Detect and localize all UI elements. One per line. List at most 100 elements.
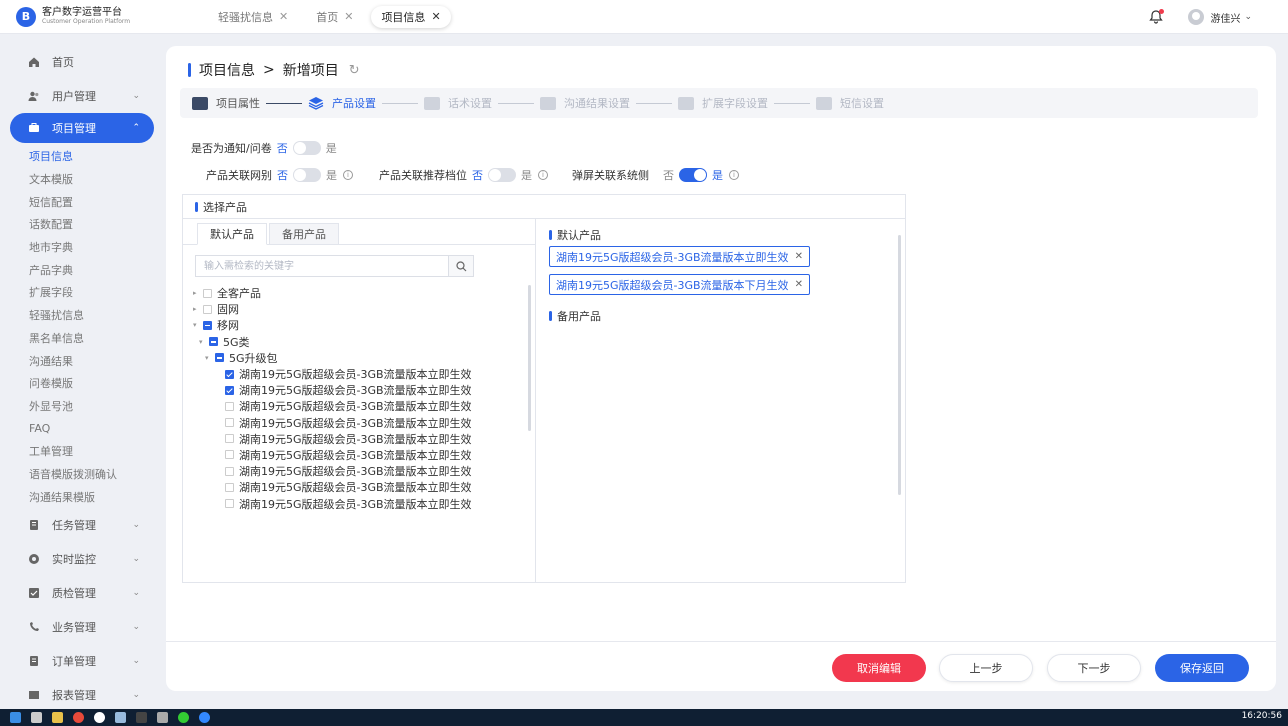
checkbox[interactable] [225,450,234,460]
tree-leaf[interactable]: 湖南19元5G版超级会员-3GB流量版本立即生效 [193,447,472,463]
step-project-attributes[interactable]: 项目属性 [192,95,308,111]
recommend-toggle[interactable] [488,168,516,182]
tab-backup-products[interactable]: 备用产品 [269,223,339,245]
tree-scrollbar[interactable] [528,285,531,431]
sidebar-subitem[interactable]: 问卷模版 [0,372,166,395]
tree-node[interactable]: ▾ 移网 [193,317,472,333]
search-button[interactable] [448,255,474,277]
sidebar-subitem[interactable]: 扩展字段 [0,281,166,304]
bell-icon[interactable] [1148,9,1165,25]
tree-node[interactable]: ▸ 固网 [193,301,472,317]
sidebar-subitem[interactable]: 产品字典 [0,258,166,281]
step-script-settings[interactable]: 话术设置 [424,95,540,111]
save-return-button[interactable]: 保存返回 [1155,654,1249,682]
sidebar-item-users[interactable]: 用户管理 ⌄ [0,79,166,113]
checkbox[interactable] [225,418,234,428]
tab-default-products[interactable]: 默认产品 [197,223,267,245]
file-explorer-icon[interactable] [52,712,63,723]
caret-right-icon[interactable]: ▸ [193,305,203,313]
sidebar-item-report[interactable]: 报表管理 ⌄ [0,678,166,709]
next-step-button[interactable]: 下一步 [1047,654,1141,682]
notify-toggle[interactable] [292,141,321,155]
prev-step-button[interactable]: 上一步 [939,654,1033,682]
sidebar-subitem-project-info[interactable]: 项目信息 [0,145,166,168]
sidebar-subitem[interactable]: FAQ [0,417,166,440]
info-icon[interactable]: i [343,170,353,180]
tab-project-info[interactable]: 项目信息 ✕ [371,5,451,28]
sidebar-item-home[interactable]: 首页 [0,45,166,79]
avatar[interactable] [1188,9,1205,25]
sidebar-item-quality[interactable]: 质检管理 ⌄ [0,576,166,610]
tree-leaf[interactable]: 湖南19元5G版超级会员-3GB流量版本立即生效 [193,366,472,382]
close-icon[interactable]: ✕ [795,251,803,262]
popup-toggle[interactable] [679,168,707,182]
info-icon[interactable]: i [729,170,739,180]
step-extension-settings[interactable]: 扩展字段设置 [678,95,816,111]
tree-leaf[interactable]: 湖南19元5G版超级会员-3GB流量版本立即生效 [193,398,472,414]
username[interactable]: 游佳兴 [1210,10,1240,25]
sidebar-item-task[interactable]: 任务管理 ⌄ [0,508,166,542]
cancel-edit-button[interactable]: 取消编辑 [832,654,926,682]
sidebar-subitem[interactable]: 轻骚扰信息 [0,304,166,327]
caret-down-icon[interactable]: ▾ [199,338,209,346]
app-icon[interactable] [157,712,168,723]
sidebar-subitem[interactable]: 短信配置 [0,190,166,213]
checkbox[interactable] [209,337,218,347]
sidebar-subitem[interactable]: 话数配置 [0,213,166,236]
checkbox[interactable] [203,320,212,330]
tree-leaf[interactable]: 湖南19元5G版超级会员-3GB流量版本立即生效 [193,382,472,398]
info-icon[interactable]: i [538,170,548,180]
sidebar-item-business[interactable]: 业务管理 ⌄ [0,610,166,644]
taskbar-clock[interactable]: 16:20:56 [1242,711,1282,721]
checkbox[interactable] [225,466,234,476]
sidebar-item-monitor[interactable]: 实时监控 ⌄ [0,542,166,576]
close-icon[interactable]: ✕ [795,279,803,290]
tab-harassment-info[interactable]: 轻骚扰信息 ✕ [208,6,298,28]
chevron-down-icon[interactable]: ⌄ [1244,12,1252,22]
task-view-icon[interactable] [31,712,42,723]
powershell-icon[interactable] [136,712,147,723]
wechat-icon[interactable] [178,712,189,723]
sidebar-subitem[interactable]: 外显号池 [0,395,166,418]
checkbox[interactable] [203,304,212,314]
tree-node[interactable]: ▾ 5G升级包 [193,350,472,366]
selected-scrollbar[interactable] [898,235,901,495]
search-input[interactable] [196,256,424,276]
step-result-settings[interactable]: 沟通结果设置 [540,95,678,111]
sidebar-subitem[interactable]: 工单管理 [0,440,166,463]
browser-icon[interactable] [94,712,105,723]
windows-start-icon[interactable] [10,712,21,723]
tree-leaf[interactable]: 湖南19元5G版超级会员-3GB流量版本立即生效 [193,479,472,495]
tree-leaf[interactable]: 湖南19元5G版超级会员-3GB流量版本立即生效 [193,415,472,431]
tree-leaf[interactable]: 湖南19元5G版超级会员-3GB流量版本立即生效 [193,431,472,447]
tree-node[interactable]: ▾ 5G类 [193,334,472,350]
tree-leaf[interactable]: 湖南19元5G版超级会员-3GB流量版本立即生效 [193,463,472,479]
app-logo[interactable]: B 客户数字运营平台 Customer Operation Platform [0,6,200,27]
checkbox[interactable] [225,385,234,395]
close-icon[interactable]: ✕ [431,10,440,23]
close-icon[interactable]: ✕ [279,10,288,23]
tree-leaf[interactable]: 湖南19元5G版超级会员-3GB流量版本立即生效 [193,495,472,511]
checkbox[interactable] [225,499,234,509]
close-icon[interactable]: ✕ [344,10,353,23]
sidebar-subitem[interactable]: 沟通结果模版 [0,485,166,508]
sidebar-item-order[interactable]: 订单管理 ⌄ [0,644,166,678]
network-toggle[interactable] [293,168,321,182]
tab-home[interactable]: 首页 ✕ [306,6,363,28]
checkbox[interactable] [225,369,234,379]
step-product-settings[interactable]: 产品设置 [308,95,424,111]
checkbox[interactable] [225,401,234,411]
caret-down-icon[interactable]: ▾ [193,321,203,329]
sidebar-subitem[interactable]: 黑名单信息 [0,327,166,350]
checkbox[interactable] [215,353,224,363]
refresh-icon[interactable]: ↻ [349,63,360,78]
app-icon[interactable] [199,712,210,723]
chrome-icon[interactable] [73,712,84,723]
checkbox[interactable] [225,482,234,492]
checkbox[interactable] [225,434,234,444]
sidebar-subitem[interactable]: 文本模版 [0,168,166,191]
caret-down-icon[interactable]: ▾ [205,354,215,362]
sidebar-subitem[interactable]: 沟通结果 [0,349,166,372]
document-icon[interactable] [115,712,126,723]
breadcrumb-parent[interactable]: 项目信息 [199,60,255,80]
